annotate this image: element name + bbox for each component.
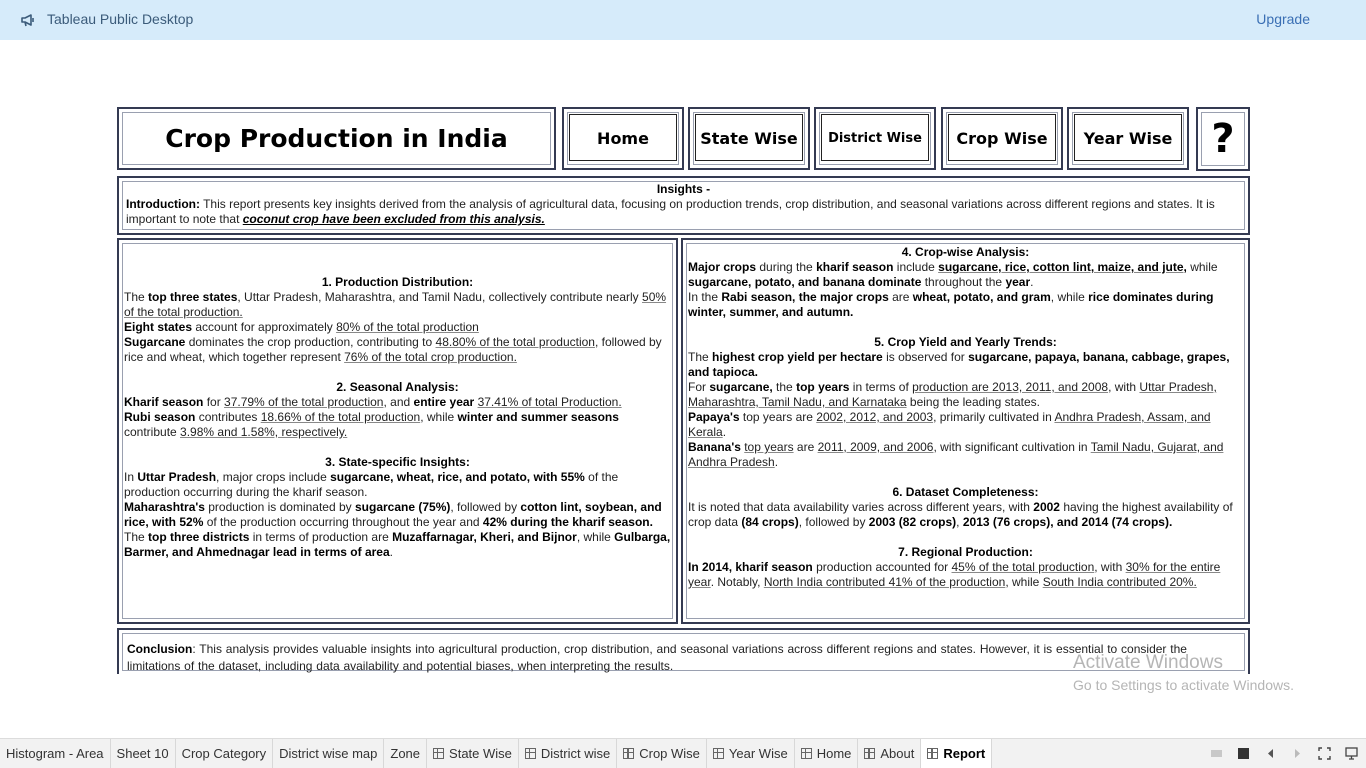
tab-district-wise-map[interactable]: District wise map bbox=[273, 739, 385, 768]
insights-left-panel: 1. Production Distribution: The top thre… bbox=[117, 238, 678, 624]
section-yield-heading: 5. Crop Yield and Yearly Trends: bbox=[874, 335, 1057, 349]
tab-zone[interactable]: Zone bbox=[384, 739, 428, 768]
nav-home-button[interactable]: Home bbox=[562, 107, 684, 170]
sheet-tab-bar: Histogram - Area Sheet 10 Crop Category … bbox=[0, 738, 1366, 768]
section-text: The highest crop yield per hectare is ob… bbox=[688, 350, 1230, 379]
tab-label: District wise bbox=[540, 746, 611, 761]
insights-intro: Insights - Introduction: This report pre… bbox=[117, 176, 1250, 235]
conclusion-label: Conclusion bbox=[127, 642, 193, 656]
nav-district-wise-button[interactable]: District Wise bbox=[814, 107, 936, 170]
chevron-right-icon[interactable] bbox=[1291, 747, 1304, 760]
tab-label: Report bbox=[943, 746, 986, 761]
dashboard-icon bbox=[623, 748, 635, 759]
dashboard-icon bbox=[800, 748, 812, 759]
fullscreen-icon[interactable] bbox=[1318, 747, 1331, 760]
tab-home[interactable]: Home bbox=[795, 739, 859, 768]
section-text: It is noted that data availability varie… bbox=[688, 500, 1233, 529]
help-button[interactable]: ? bbox=[1196, 107, 1250, 171]
section-text: Kharif season for 37.79% of the total pr… bbox=[124, 395, 622, 409]
section-state-specific-heading: 3. State-specific Insights: bbox=[325, 455, 470, 469]
section-text: Rubi season contributes 18.66% of the to… bbox=[124, 410, 619, 439]
section-text: In the Rabi season, the major crops are … bbox=[688, 290, 1214, 319]
section-text: Banana's top years are 2011, 2009, and 2… bbox=[688, 440, 1224, 469]
section-text: For sugarcane, the top years in terms of… bbox=[688, 380, 1217, 409]
tab-state-wise[interactable]: State Wise bbox=[427, 739, 519, 768]
insights-right-panel: 4. Crop-wise Analysis: Major crops durin… bbox=[681, 238, 1250, 624]
tab-year-wise[interactable]: Year Wise bbox=[707, 739, 795, 768]
chevron-left-icon[interactable] bbox=[1264, 747, 1277, 760]
presentation-icon[interactable] bbox=[1345, 747, 1358, 760]
nav-district-wise-label: District Wise bbox=[828, 131, 922, 146]
section-text: Major crops during the kharif season inc… bbox=[688, 260, 1218, 289]
dashboard-icon bbox=[433, 748, 445, 759]
tab-report[interactable]: Report bbox=[921, 739, 993, 768]
app-title: Tableau Public Desktop bbox=[47, 11, 194, 27]
section-seasonal-heading: 2. Seasonal Analysis: bbox=[336, 380, 459, 394]
tab-label: District wise map bbox=[279, 746, 378, 761]
section-text: Maharashtra's production is dominated by… bbox=[124, 500, 662, 529]
tab-label: Sheet 10 bbox=[116, 746, 169, 761]
nav-year-wise-label: Year Wise bbox=[1083, 129, 1173, 148]
tab-crop-wise[interactable]: Crop Wise bbox=[617, 739, 707, 768]
nav-crop-wise-label: Crop Wise bbox=[956, 129, 1048, 148]
tab-label: Zone bbox=[390, 746, 421, 761]
nav-year-wise-button[interactable]: Year Wise bbox=[1067, 107, 1189, 170]
report-title: Crop Production in India bbox=[165, 124, 508, 153]
tab-crop-category[interactable]: Crop Category bbox=[176, 739, 274, 768]
app-title-bar: Tableau Public Desktop Upgrade bbox=[0, 0, 1366, 40]
watermark-title: Activate Windows bbox=[1073, 652, 1223, 673]
film-strip-icon[interactable] bbox=[1210, 747, 1223, 760]
dashboard-icon bbox=[712, 748, 724, 759]
tab-label: Home bbox=[816, 746, 852, 761]
tabs-icon[interactable] bbox=[1237, 747, 1250, 760]
tab-label: Histogram - Area bbox=[6, 746, 104, 761]
tab-label: About bbox=[880, 746, 915, 761]
upgrade-link[interactable]: Upgrade bbox=[1256, 11, 1310, 27]
tab-about[interactable]: About bbox=[858, 739, 922, 768]
tab-tools bbox=[1210, 747, 1358, 760]
section-dataset-heading: 6. Dataset Completeness: bbox=[892, 485, 1039, 499]
tab-histogram-area[interactable]: Histogram - Area bbox=[0, 739, 111, 768]
activation-watermark: Activate Windows Go to Settings to activ… bbox=[1073, 652, 1294, 693]
section-text: Sugarcane dominates the crop production,… bbox=[124, 335, 662, 364]
megaphone-icon bbox=[21, 14, 34, 27]
section-crop-wise-heading: 4. Crop-wise Analysis: bbox=[901, 245, 1030, 259]
section-production-distribution-heading: 1. Production Distribution: bbox=[321, 275, 474, 289]
tab-sheet-10[interactable]: Sheet 10 bbox=[111, 739, 176, 768]
tab-label: State Wise bbox=[449, 746, 512, 761]
conclusion-body: : This analysis provides valuable insigh… bbox=[127, 642, 1187, 673]
section-regional-heading: 7. Regional Production: bbox=[898, 545, 1033, 559]
nav-state-wise-button[interactable]: State Wise bbox=[688, 107, 810, 170]
insights-heading: Insights - bbox=[656, 182, 711, 196]
watermark-subtitle: Go to Settings to activate Windows. bbox=[1073, 677, 1294, 693]
dashboard-icon bbox=[524, 748, 536, 759]
intro-emphasis: coconut crop have been excluded from thi… bbox=[242, 212, 545, 226]
section-text: The top three states, Uttar Pradesh, Mah… bbox=[124, 290, 667, 319]
section-text: Eight states account for approximately 8… bbox=[124, 320, 479, 334]
nav-state-wise-label: State Wise bbox=[700, 129, 798, 148]
section-text: Papaya's top years are 2002, 2012, and 2… bbox=[688, 410, 1211, 439]
nav-home-label: Home bbox=[597, 129, 649, 148]
tab-label: Crop Category bbox=[181, 746, 267, 761]
section-text: The top three districts in terms of prod… bbox=[124, 530, 671, 559]
intro-label: Introduction: bbox=[126, 197, 200, 211]
tab-district-wise[interactable]: District wise bbox=[519, 739, 618, 768]
tab-label: Crop Wise bbox=[639, 746, 700, 761]
intro-paragraph: Introduction: This report presents key i… bbox=[126, 197, 1241, 227]
report-title-box: Crop Production in India bbox=[117, 107, 556, 170]
dashboard-icon bbox=[927, 748, 939, 759]
tab-label: Year Wise bbox=[728, 746, 788, 761]
nav-crop-wise-button[interactable]: Crop Wise bbox=[941, 107, 1063, 170]
section-text: In Uttar Pradesh, major crops include su… bbox=[124, 470, 619, 499]
section-text: In 2014, kharif season production accoun… bbox=[688, 560, 1221, 589]
dashboard-icon bbox=[864, 748, 876, 759]
